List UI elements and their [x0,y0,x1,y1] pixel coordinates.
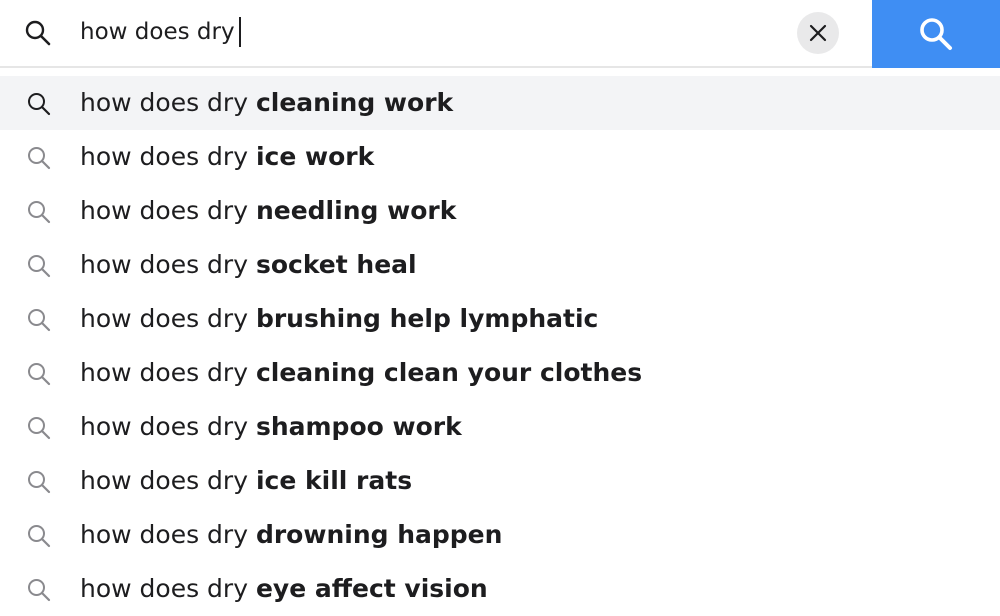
suggestion-completion: ice work [255,142,375,171]
search-icon [28,147,51,170]
suggestion-prefix: how does dry [80,88,256,117]
suggestion-text: how does dry eye affect vision [80,562,488,616]
suggestion-text: how does dry socket heal [80,238,417,292]
suggestion-text: how does dry cleaning clean your clothes [80,346,642,400]
suggestion-completion: eye affect vision [255,574,488,603]
suggestion-text: how does dry needling work [80,184,456,238]
suggestion-completion: brushing help lymphatic [255,304,599,333]
search-icon [28,417,51,440]
clear-button[interactable] [797,12,839,54]
suggestion-completion: cleaning work [255,88,454,117]
suggestion-completion: cleaning clean your clothes [255,358,643,387]
search-bar: how does dry [0,0,1000,68]
suggestion-prefix: how does dry [80,250,256,279]
suggestion-text: how does dry drowning happen [80,508,502,562]
suggestion-text: how does dry brushing help lymphatic [80,292,598,346]
suggestion-text: how does dry cleaning work [80,76,453,130]
suggestion-item[interactable]: how does dry needling work [0,184,1000,238]
search-query-text: how does dry [80,19,235,45]
suggestion-list: how does dry cleaning work how does dry i… [0,76,1000,616]
suggestion-prefix: how does dry [80,520,256,549]
suggestion-text: how does dry shampoo work [80,400,462,454]
suggestion-prefix: how does dry [80,466,256,495]
suggestion-item[interactable]: how does dry drowning happen [0,508,1000,562]
text-caret [238,17,241,47]
suggestion-item[interactable]: how does dry brushing help lymphatic [0,292,1000,346]
search-icon [28,309,51,332]
close-icon [809,24,827,42]
search-icon [920,18,952,50]
suggestion-item[interactable]: how does dry socket heal [0,238,1000,292]
suggestion-prefix: how does dry [80,358,256,387]
suggestion-prefix: how does dry [80,196,256,225]
search-input[interactable]: how does dry [80,14,241,50]
suggestion-prefix: how does dry [80,304,256,333]
search-icon [25,20,51,46]
suggestion-completion: socket heal [255,250,417,279]
suggestion-item[interactable]: how does dry eye affect vision [0,562,1000,616]
search-icon [28,363,51,386]
suggestion-text: how does dry ice kill rats [80,454,412,508]
suggestion-completion: ice kill rats [255,466,413,495]
suggestion-item[interactable]: how does dry cleaning clean your clothes [0,346,1000,400]
suggestion-item[interactable]: how does dry shampoo work [0,400,1000,454]
suggestion-prefix: how does dry [80,142,256,171]
search-submit-button[interactable] [872,0,1000,68]
search-icon [28,93,51,116]
search-icon [28,201,51,224]
suggestion-completion: needling work [255,196,457,225]
suggestion-completion: shampoo work [255,412,462,441]
suggestion-item[interactable]: how does dry ice work [0,130,1000,184]
search-icon [28,525,51,548]
search-icon [28,255,51,278]
suggestion-item[interactable]: how does dry ice kill rats [0,454,1000,508]
suggestion-text: how does dry ice work [80,130,374,184]
search-icon [28,471,51,494]
suggestion-prefix: how does dry [80,412,256,441]
suggestion-prefix: how does dry [80,574,256,603]
suggestion-completion: drowning happen [255,520,503,549]
suggestion-item[interactable]: how does dry cleaning work [0,76,1000,130]
search-icon [28,579,51,602]
